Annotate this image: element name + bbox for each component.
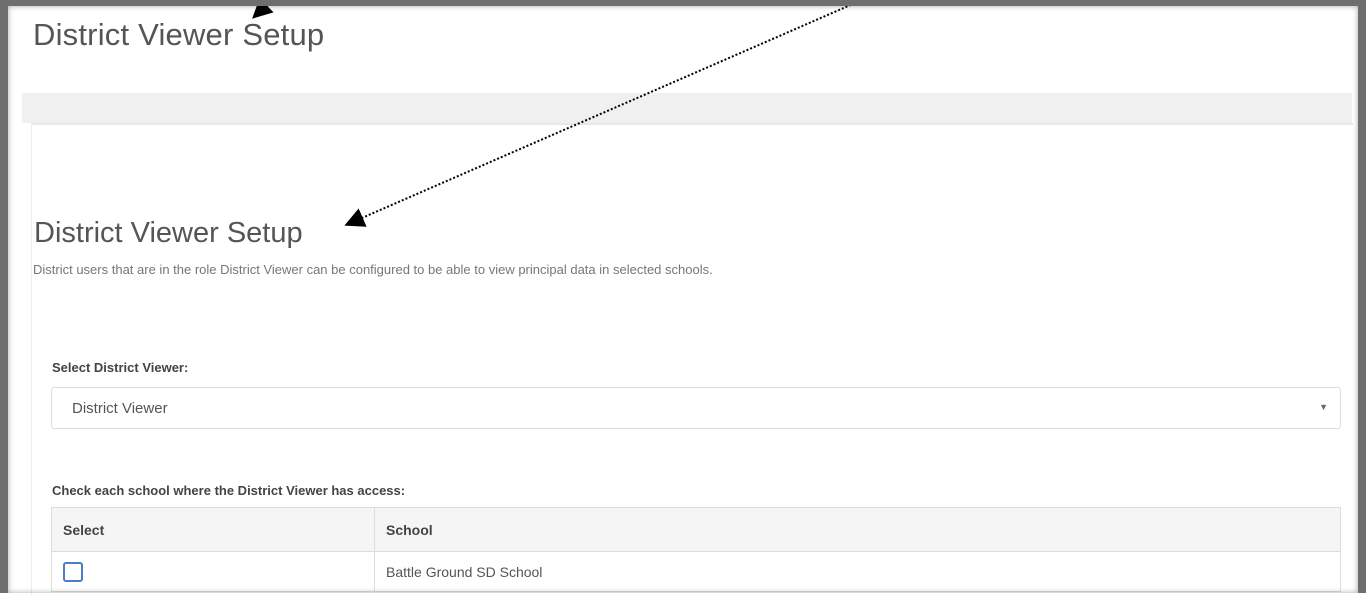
annotation-overlay bbox=[252, 0, 863, 227]
annotation-arrow-to-section-title bbox=[344, 0, 863, 227]
annotation-arrow-to-page-title bbox=[252, 0, 274, 19]
